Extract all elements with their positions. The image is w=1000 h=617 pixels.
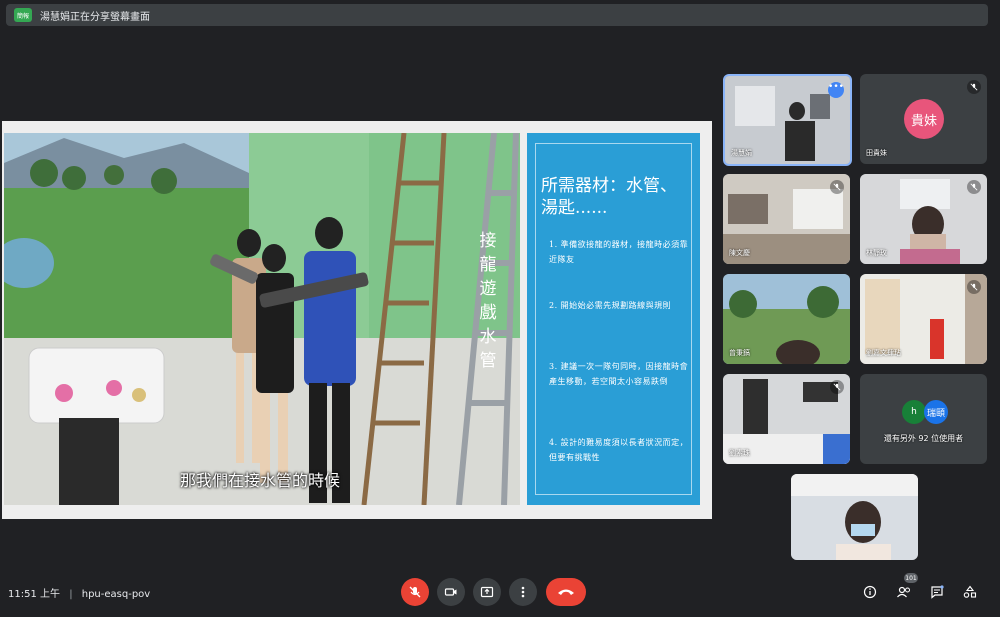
slide-item: 4. 設計的難易度須以長者狀況而定，但要有挑戰性 — [549, 438, 689, 462]
participant-tile[interactable]: ••• 湯慧娟 — [723, 74, 852, 166]
video-subtitle: 那我們在接水管的時候 — [180, 471, 341, 490]
present-button[interactable] — [473, 578, 501, 606]
people-icon — [897, 586, 910, 598]
slide-text-panel: 所需器材：水管、湯匙...... 1. 準備欲接龍的器材，接龍時必須靠近隊友 2… — [527, 133, 700, 505]
meeting-code: hpu-easq-pov — [81, 589, 151, 600]
mic-toggle-button[interactable] — [401, 578, 429, 606]
people-button[interactable] — [894, 582, 914, 602]
info-icon — [863, 585, 877, 599]
mic-off-icon — [409, 586, 421, 598]
participant-tile[interactable]: 劉素珠 — [723, 374, 850, 464]
mic-off-icon — [967, 80, 981, 94]
presentation-badge-icon: 簡報 — [14, 8, 32, 22]
more-options-icon[interactable]: ••• — [828, 82, 844, 98]
participant-name: 劉素珠 — [729, 449, 750, 457]
chat-icon — [931, 585, 944, 599]
mic-off-icon — [967, 180, 981, 194]
meeting-info: 11:51 上午 | hpu-easq-pov — [8, 585, 150, 600]
participant-name: 曾秉鎬 — [729, 349, 750, 357]
participant-name: 湯慧娟 — [731, 149, 752, 157]
slide-item: 1. 準備欲接龍的器材，接龍時必須靠近隊友 — [549, 240, 689, 264]
participant-avatar: h — [902, 400, 926, 424]
participant-tile[interactable]: 貴妹 田貴妹 — [860, 74, 987, 164]
participant-avatar: 瑞頤 — [924, 400, 948, 424]
slide-title: 所需器材：水管、湯匙...... — [541, 176, 677, 218]
mic-off-icon — [967, 280, 981, 294]
slide-item: 3. 建議一次一隊句同時，因接龍時會產生移動，若空間太小容易跌倒 — [549, 362, 689, 386]
present-icon — [480, 586, 494, 598]
participant-name: 陳文慶 — [729, 249, 750, 257]
others-tile[interactable]: h 瑞頤 還有另外 92 位使用者 — [860, 374, 987, 464]
participant-name: 田貴妹 — [866, 149, 887, 157]
slide-item: 2. 開始始必需先規劃路線與規則 — [549, 301, 672, 310]
camera-toggle-button[interactable] — [437, 578, 465, 606]
separator: | — [69, 589, 73, 600]
participant-tile[interactable]: 林靜玫 — [860, 174, 987, 264]
participant-name: 劉嘉文肆玷 — [866, 349, 901, 357]
presenting-text: 湯慧娟正在分享螢幕畫面 — [40, 11, 150, 23]
participant-tile[interactable]: 劉嘉文肆玷 — [860, 274, 987, 364]
mic-off-icon — [830, 180, 844, 194]
presenting-banner: 簡報 湯慧娟正在分享螢幕畫面 — [6, 4, 988, 26]
meeting-details-button[interactable] — [860, 582, 880, 602]
camera-icon — [444, 588, 457, 596]
activities-icon — [963, 585, 977, 598]
end-call-icon — [558, 589, 574, 595]
presentation-photo: 那我們在接水管的時候 接龍遊戲水管 — [4, 133, 520, 505]
more-vert-icon — [521, 586, 525, 598]
others-count-label: 還有另外 92 位使用者 — [883, 434, 964, 443]
chat-button[interactable] — [927, 582, 947, 602]
self-view-tile[interactable] — [791, 474, 918, 560]
clock: 11:51 上午 — [8, 589, 60, 600]
more-options-button[interactable] — [509, 578, 537, 606]
participant-name: 林靜玫 — [866, 249, 887, 257]
shared-screen: 那我們在接水管的時候 接龍遊戲水管 所需器材：水管、湯匙...... 1. 準備… — [2, 121, 712, 519]
end-call-button[interactable] — [546, 578, 586, 606]
self-video — [791, 474, 918, 560]
participant-tile[interactable]: 陳文慶 — [723, 174, 850, 264]
activities-button[interactable] — [960, 582, 980, 602]
classroom-scene-image — [4, 133, 520, 505]
participant-avatar: 貴妹 — [904, 99, 944, 139]
mic-off-icon — [830, 380, 844, 394]
vertical-title: 接龍遊戲水管 — [479, 231, 497, 371]
participant-tile[interactable]: 曾秉鎬 — [723, 274, 850, 364]
